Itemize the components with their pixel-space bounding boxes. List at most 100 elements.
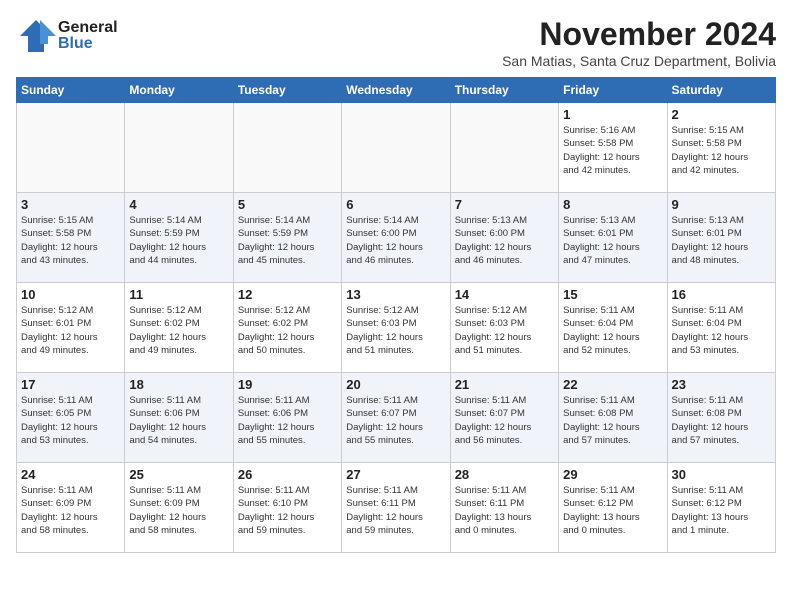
day-number: 27 bbox=[346, 467, 445, 482]
day-number: 8 bbox=[563, 197, 662, 212]
day-number: 1 bbox=[563, 107, 662, 122]
calendar-day: 1Sunrise: 5:16 AM Sunset: 5:58 PM Daylig… bbox=[559, 103, 667, 193]
title-block: November 2024 San Matias, Santa Cruz Dep… bbox=[502, 16, 776, 69]
logo-blue: Blue bbox=[58, 36, 118, 52]
calendar-day: 7 Sunrise: 5:13 AM Sunset: 6:00 PM Daylig… bbox=[450, 193, 558, 283]
day-number: 23 bbox=[672, 377, 771, 392]
day-number: 2 bbox=[672, 107, 771, 122]
calendar-day: 27 Sunrise: 5:11 AM Sunset: 6:11 PM Dayli… bbox=[342, 463, 450, 553]
calendar-day bbox=[233, 103, 341, 193]
calendar-day: 8 Sunrise: 5:13 AM Sunset: 6:01 PM Daylig… bbox=[559, 193, 667, 283]
day-info: Sunrise: 5:11 AM Sunset: 6:11 PM Dayligh… bbox=[455, 484, 554, 537]
day-number: 18 bbox=[129, 377, 228, 392]
weekday-header-saturday: Saturday bbox=[667, 78, 775, 103]
day-info: Sunrise: 5:14 AM Sunset: 5:59 PM Dayligh… bbox=[129, 214, 228, 267]
calendar-day bbox=[450, 103, 558, 193]
calendar-day: 25 Sunrise: 5:11 AM Sunset: 6:09 PM Dayli… bbox=[125, 463, 233, 553]
day-number: 9 bbox=[672, 197, 771, 212]
calendar-week-row: 3Sunrise: 5:15 AM Sunset: 5:58 PM Daylig… bbox=[17, 193, 776, 283]
calendar-table: SundayMondayTuesdayWednesdayThursdayFrid… bbox=[16, 77, 776, 553]
day-number: 5 bbox=[238, 197, 337, 212]
calendar-day: 6 Sunrise: 5:14 AM Sunset: 6:00 PM Daylig… bbox=[342, 193, 450, 283]
day-info: Sunrise: 5:15 AM Sunset: 5:58 PM Dayligh… bbox=[672, 124, 771, 177]
day-info: Sunrise: 5:11 AM Sunset: 6:06 PM Dayligh… bbox=[129, 394, 228, 447]
day-info: Sunrise: 5:11 AM Sunset: 6:06 PM Dayligh… bbox=[238, 394, 337, 447]
day-number: 14 bbox=[455, 287, 554, 302]
day-info: Sunrise: 5:11 AM Sunset: 6:04 PM Dayligh… bbox=[563, 304, 662, 357]
day-info: Sunrise: 5:11 AM Sunset: 6:11 PM Dayligh… bbox=[346, 484, 445, 537]
calendar-day: 19 Sunrise: 5:11 AM Sunset: 6:06 PM Dayli… bbox=[233, 373, 341, 463]
day-info: Sunrise: 5:12 AM Sunset: 6:02 PM Dayligh… bbox=[238, 304, 337, 357]
day-number: 29 bbox=[563, 467, 662, 482]
day-number: 21 bbox=[455, 377, 554, 392]
calendar-day: 3Sunrise: 5:15 AM Sunset: 5:58 PM Daylig… bbox=[17, 193, 125, 283]
calendar-day: 28 Sunrise: 5:11 AM Sunset: 6:11 PM Dayli… bbox=[450, 463, 558, 553]
calendar-day: 14 Sunrise: 5:12 AM Sunset: 6:03 PM Dayli… bbox=[450, 283, 558, 373]
logo-icon bbox=[16, 16, 56, 56]
day-info: Sunrise: 5:11 AM Sunset: 6:12 PM Dayligh… bbox=[563, 484, 662, 537]
day-info: Sunrise: 5:11 AM Sunset: 6:10 PM Dayligh… bbox=[238, 484, 337, 537]
calendar-day: 22 Sunrise: 5:11 AM Sunset: 6:08 PM Dayli… bbox=[559, 373, 667, 463]
day-number: 13 bbox=[346, 287, 445, 302]
day-number: 10 bbox=[21, 287, 120, 302]
location-subtitle: San Matias, Santa Cruz Department, Boliv… bbox=[502, 53, 776, 69]
page-header: General Blue November 2024 San Matias, S… bbox=[16, 16, 776, 69]
day-info: Sunrise: 5:11 AM Sunset: 6:05 PM Dayligh… bbox=[21, 394, 120, 447]
day-number: 25 bbox=[129, 467, 228, 482]
day-number: 7 bbox=[455, 197, 554, 212]
month-title: November 2024 bbox=[502, 16, 776, 53]
calendar-day: 9 Sunrise: 5:13 AM Sunset: 6:01 PM Daylig… bbox=[667, 193, 775, 283]
calendar-day bbox=[17, 103, 125, 193]
day-info: Sunrise: 5:13 AM Sunset: 6:01 PM Dayligh… bbox=[672, 214, 771, 267]
calendar-day: 2 Sunrise: 5:15 AM Sunset: 5:58 PM Daylig… bbox=[667, 103, 775, 193]
day-info: Sunrise: 5:11 AM Sunset: 6:08 PM Dayligh… bbox=[672, 394, 771, 447]
logo: General Blue bbox=[16, 16, 118, 56]
day-number: 17 bbox=[21, 377, 120, 392]
day-info: Sunrise: 5:14 AM Sunset: 5:59 PM Dayligh… bbox=[238, 214, 337, 267]
calendar-day: 11 Sunrise: 5:12 AM Sunset: 6:02 PM Dayli… bbox=[125, 283, 233, 373]
day-info: Sunrise: 5:11 AM Sunset: 6:04 PM Dayligh… bbox=[672, 304, 771, 357]
calendar-day: 21 Sunrise: 5:11 AM Sunset: 6:07 PM Dayli… bbox=[450, 373, 558, 463]
day-info: Sunrise: 5:13 AM Sunset: 6:00 PM Dayligh… bbox=[455, 214, 554, 267]
calendar-day: 23 Sunrise: 5:11 AM Sunset: 6:08 PM Dayli… bbox=[667, 373, 775, 463]
calendar-day: 20Sunrise: 5:11 AM Sunset: 6:07 PM Dayli… bbox=[342, 373, 450, 463]
day-number: 19 bbox=[238, 377, 337, 392]
calendar-day: 18 Sunrise: 5:11 AM Sunset: 6:06 PM Dayli… bbox=[125, 373, 233, 463]
day-info: Sunrise: 5:12 AM Sunset: 6:03 PM Dayligh… bbox=[455, 304, 554, 357]
calendar-day: 5 Sunrise: 5:14 AM Sunset: 5:59 PM Daylig… bbox=[233, 193, 341, 283]
day-info: Sunrise: 5:11 AM Sunset: 6:08 PM Dayligh… bbox=[563, 394, 662, 447]
day-info: Sunrise: 5:15 AM Sunset: 5:58 PM Dayligh… bbox=[21, 214, 120, 267]
day-info: Sunrise: 5:13 AM Sunset: 6:01 PM Dayligh… bbox=[563, 214, 662, 267]
day-number: 6 bbox=[346, 197, 445, 212]
day-number: 28 bbox=[455, 467, 554, 482]
day-info: Sunrise: 5:11 AM Sunset: 6:09 PM Dayligh… bbox=[129, 484, 228, 537]
weekday-header-friday: Friday bbox=[559, 78, 667, 103]
weekday-header-wednesday: Wednesday bbox=[342, 78, 450, 103]
day-number: 4 bbox=[129, 197, 228, 212]
calendar-day: 10Sunrise: 5:12 AM Sunset: 6:01 PM Dayli… bbox=[17, 283, 125, 373]
calendar-day: 29 Sunrise: 5:11 AM Sunset: 6:12 PM Dayli… bbox=[559, 463, 667, 553]
day-info: Sunrise: 5:12 AM Sunset: 6:02 PM Dayligh… bbox=[129, 304, 228, 357]
day-info: Sunrise: 5:11 AM Sunset: 6:07 PM Dayligh… bbox=[455, 394, 554, 447]
calendar-week-row: 10Sunrise: 5:12 AM Sunset: 6:01 PM Dayli… bbox=[17, 283, 776, 373]
weekday-header-row: SundayMondayTuesdayWednesdayThursdayFrid… bbox=[17, 78, 776, 103]
calendar-day bbox=[125, 103, 233, 193]
day-info: Sunrise: 5:11 AM Sunset: 6:12 PM Dayligh… bbox=[672, 484, 771, 537]
calendar-day: 26 Sunrise: 5:11 AM Sunset: 6:10 PM Dayli… bbox=[233, 463, 341, 553]
day-number: 16 bbox=[672, 287, 771, 302]
day-number: 26 bbox=[238, 467, 337, 482]
day-number: 22 bbox=[563, 377, 662, 392]
day-info: Sunrise: 5:14 AM Sunset: 6:00 PM Dayligh… bbox=[346, 214, 445, 267]
calendar-day: 30 Sunrise: 5:11 AM Sunset: 6:12 PM Dayli… bbox=[667, 463, 775, 553]
calendar-week-row: 17 Sunrise: 5:11 AM Sunset: 6:05 PM Dayli… bbox=[17, 373, 776, 463]
weekday-header-monday: Monday bbox=[125, 78, 233, 103]
calendar-week-row: 1Sunrise: 5:16 AM Sunset: 5:58 PM Daylig… bbox=[17, 103, 776, 193]
calendar-day: 4 Sunrise: 5:14 AM Sunset: 5:59 PM Daylig… bbox=[125, 193, 233, 283]
day-number: 11 bbox=[129, 287, 228, 302]
weekday-header-thursday: Thursday bbox=[450, 78, 558, 103]
weekday-header-tuesday: Tuesday bbox=[233, 78, 341, 103]
day-number: 20 bbox=[346, 377, 445, 392]
day-number: 15 bbox=[563, 287, 662, 302]
day-info: Sunrise: 5:12 AM Sunset: 6:03 PM Dayligh… bbox=[346, 304, 445, 357]
day-number: 30 bbox=[672, 467, 771, 482]
